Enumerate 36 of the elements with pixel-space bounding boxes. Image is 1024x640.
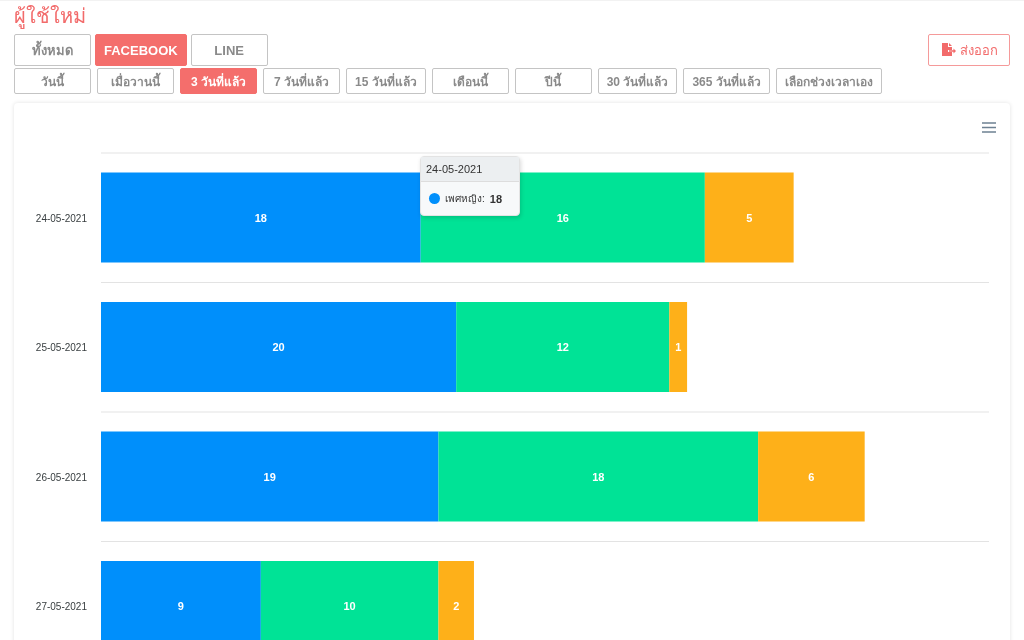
bar-value-label: 10 xyxy=(343,600,356,612)
range-tab[interactable]: 30 วันที่แล้ว xyxy=(597,68,678,94)
bar-value-label: 18 xyxy=(254,211,267,224)
series-name: เพศหญิง: xyxy=(445,192,485,206)
range-tab[interactable]: ปีนี้ xyxy=(514,68,592,94)
page-title: ผู้ใช้ใหม่ xyxy=(14,4,87,31)
bar-value-label: 12 xyxy=(556,341,569,353)
bar-value-label: 20 xyxy=(272,341,285,353)
bar-value-label: 9 xyxy=(177,600,184,612)
channel-tab[interactable]: FACEBOOK xyxy=(95,34,187,66)
file-export-icon xyxy=(940,43,956,57)
bar-value-label: 18 xyxy=(592,470,605,483)
category-label: 26-05-2021 xyxy=(35,471,87,483)
range-tab[interactable]: เมื่อวานนี้ xyxy=(97,68,174,94)
bar-value-label: 2 xyxy=(453,600,460,612)
series-value: 18 xyxy=(489,192,503,205)
channel-tab[interactable]: LINE xyxy=(190,34,268,66)
bar-value-label: 16 xyxy=(556,211,569,224)
range-tab[interactable]: 7 วันที่แล้ว xyxy=(263,68,340,94)
channel-tab[interactable]: ทั้งหมด xyxy=(14,34,91,66)
category-label: 27-05-2021 xyxy=(35,601,87,612)
bar-value-label: 5 xyxy=(746,211,753,224)
export-button[interactable]: ส่งออก xyxy=(928,34,1010,66)
menu-icon[interactable] xyxy=(982,122,996,133)
bar-value-label: 6 xyxy=(808,470,815,483)
category-label: 25-05-2021 xyxy=(35,342,87,353)
range-tab[interactable]: 365 วันที่แล้ว xyxy=(683,68,770,94)
category-label: 24-05-2021 xyxy=(35,212,87,224)
range-tab[interactable]: วันนี้ xyxy=(14,68,91,94)
range-tab[interactable]: เดือนนี้ xyxy=(431,68,509,94)
tooltip-title: 24-05-2021 xyxy=(421,157,519,182)
range-tab[interactable]: 3 วันที่แล้ว xyxy=(180,68,257,94)
bar-value-label: 19 xyxy=(263,470,276,483)
range-tab[interactable]: 15 วันที่แล้ว xyxy=(346,68,426,94)
bar-value-label: 1 xyxy=(675,341,682,353)
range-tab[interactable]: เลือกช่วงเวลาเอง xyxy=(775,68,882,94)
